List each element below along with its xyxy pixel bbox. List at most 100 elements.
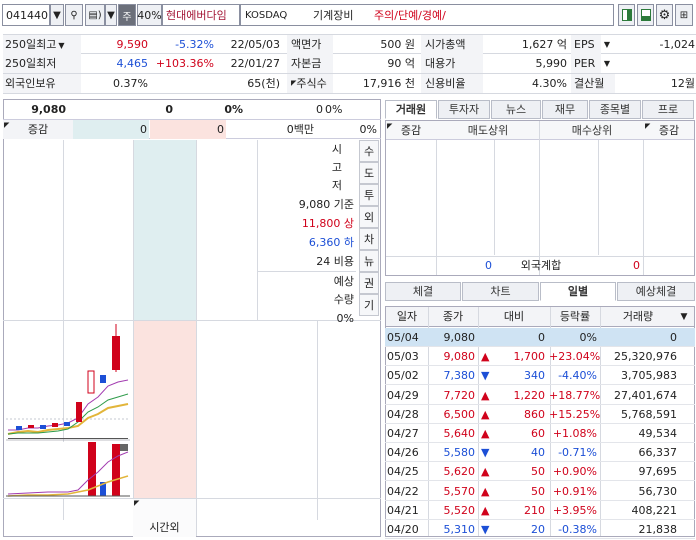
broker-header: ◤ 증감 매도상위 매수상위 ◤ 증감 bbox=[386, 121, 694, 140]
chevron-down-icon: ▼ bbox=[680, 312, 688, 322]
side-tab-cha[interactable]: 차 bbox=[359, 228, 379, 250]
ask-change-total: 0 bbox=[73, 120, 149, 139]
foreign-own-shares: 65(천) bbox=[247, 77, 280, 90]
side-tab-nyu[interactable]: 뉴 bbox=[359, 250, 379, 272]
code-dropdown-button[interactable]: ▼ bbox=[50, 4, 64, 26]
row-close: 9,080 bbox=[443, 350, 476, 364]
credit-ratio-label: 신용비율 bbox=[421, 74, 483, 93]
row-arrow-icon: ▲ bbox=[481, 503, 490, 517]
row-change: 0 bbox=[538, 331, 545, 344]
side-tab-gi[interactable]: 기 bbox=[359, 294, 379, 316]
tab-investor[interactable]: 투자자 bbox=[438, 100, 490, 119]
table-row[interactable]: 05/03 9,080 ▲ 1,700 +23.04% 25,320,976 bbox=[385, 347, 695, 367]
speaker-icon: ▤) bbox=[88, 9, 102, 21]
change-label-text: 증감 bbox=[27, 123, 49, 136]
tab-finance[interactable]: 재무 bbox=[542, 100, 588, 119]
row-close: 5,570 bbox=[443, 484, 476, 498]
side-tab-gwon[interactable]: 권 bbox=[359, 272, 379, 294]
row-change: 20 bbox=[531, 523, 545, 536]
search-button[interactable]: ⚲ bbox=[65, 4, 83, 26]
eps-dropdown[interactable]: ▼ bbox=[601, 35, 613, 54]
stock-code-input[interactable]: 041440 bbox=[2, 4, 50, 26]
trade-amount-pct: 0% bbox=[359, 123, 377, 136]
table-row[interactable]: 04/27 5,640 ▲ 60 +1.08% 49,534 bbox=[385, 424, 695, 443]
table-row[interactable]: 04/25 5,620 ▲ 50 +0.90% 97,695 bbox=[385, 462, 695, 482]
table-row[interactable]: 05/02 7,380 ▼ 340 -4.40% 3,705,983 bbox=[385, 366, 695, 386]
capital-label: 자본금 bbox=[287, 54, 333, 73]
row-change-rate: +0.91% bbox=[552, 484, 597, 498]
side-tab-do[interactable]: 도 bbox=[359, 162, 379, 184]
table-row[interactable]: 04/20 5,310 ▼ 20 -0.38% 21,838 bbox=[385, 520, 695, 539]
col-close[interactable]: 종가 bbox=[428, 307, 478, 327]
table-row[interactable]: 05/04 9,080 0 0% 0 bbox=[385, 328, 695, 347]
close-icon[interactable] bbox=[120, 444, 128, 451]
row-volume: 97,695 bbox=[638, 465, 678, 479]
row-volume: 25,320,976 bbox=[614, 350, 677, 364]
layout-button[interactable] bbox=[618, 4, 635, 26]
col-change-rate[interactable]: 등락률 bbox=[550, 307, 600, 327]
row-change: 860 bbox=[524, 407, 545, 421]
row-date: 04/27 bbox=[387, 427, 419, 440]
tab-daily[interactable]: 일별 bbox=[540, 282, 616, 301]
volume-dropdown[interactable]: ▼ bbox=[676, 307, 692, 327]
lower-limit: 6,360 하 bbox=[308, 236, 354, 249]
row-arrow-icon: ▲ bbox=[481, 350, 490, 364]
settings-button[interactable]: ⚙ bbox=[656, 4, 673, 26]
table-row[interactable]: 04/26 5,580 ▼ 40 -0.71% 66,337 bbox=[385, 443, 695, 463]
per-dropdown[interactable]: ▼ bbox=[601, 54, 613, 73]
table-row[interactable]: 04/29 7,720 ▲ 1,220 +18.77% 27,401,674 bbox=[385, 386, 695, 405]
window-icon: ⊞ bbox=[679, 9, 689, 21]
row-arrow-icon: ▼ bbox=[481, 446, 490, 460]
row-close: 6,500 bbox=[443, 407, 476, 421]
corner-marker-icon: ◤ bbox=[387, 122, 393, 130]
sound-dropdown-button[interactable]: ▼ bbox=[105, 4, 117, 26]
row-change-rate: -0.71% bbox=[558, 446, 597, 460]
col-volume[interactable]: 거래량 bbox=[600, 307, 676, 327]
layout-icon bbox=[621, 9, 632, 21]
tab-by-stock[interactable]: 종목별 bbox=[589, 100, 641, 119]
shares-value: 17,916 천 bbox=[362, 77, 415, 90]
foreign-total-label: 외국계합 bbox=[520, 259, 562, 272]
row-change: 50 bbox=[531, 484, 545, 498]
broker-change-head-2-text: 증감 bbox=[658, 124, 680, 137]
shares-label-text: 주식수 bbox=[296, 77, 327, 90]
tab-broker[interactable]: 거래원 bbox=[385, 100, 437, 119]
row-arrow-icon: ▲ bbox=[481, 465, 490, 479]
row-date: 04/20 bbox=[387, 523, 419, 536]
orderbook-change-row: ◤ 증감 0 0 0백만 0% bbox=[3, 120, 381, 139]
side-tab-oe[interactable]: 외 bbox=[359, 206, 379, 228]
row-change: 340 bbox=[524, 369, 545, 383]
cost-value: 24 비용 bbox=[316, 255, 354, 268]
foreign-sell-total: 0 bbox=[485, 259, 492, 272]
row-change-rate: -0.38% bbox=[558, 523, 597, 536]
chart-toggle-button[interactable] bbox=[637, 4, 654, 26]
tab-ticks[interactable]: 체결 bbox=[385, 282, 461, 301]
side-tab-tu[interactable]: 투 bbox=[359, 184, 379, 206]
table-row[interactable]: 04/28 6,500 ▲ 860 +15.25% 5,768,591 bbox=[385, 405, 695, 424]
mini-price-chart bbox=[4, 324, 132, 498]
market-label: KOSDAQ bbox=[245, 9, 288, 21]
table-row[interactable]: 04/21 5,520 ▲ 210 +3.95% 408,221 bbox=[385, 501, 695, 520]
col-date[interactable]: 일자 bbox=[386, 307, 428, 327]
tab-chart[interactable]: 차트 bbox=[462, 282, 539, 301]
sound-button[interactable]: ▤) bbox=[85, 4, 105, 26]
orderbook-summary: 9,080 0 0% 0 0% bbox=[3, 100, 381, 120]
margin-percent-text: 40% bbox=[137, 8, 162, 22]
col-change[interactable]: 대비 bbox=[478, 307, 550, 327]
shares-label: ◤주식수 bbox=[287, 74, 333, 93]
stock-info-bar: KOSDAQ 기계장비 주의/단예/경예/ bbox=[240, 4, 614, 26]
side-tab-su[interactable]: 수 bbox=[359, 140, 379, 162]
row-close: 9,080 bbox=[443, 331, 476, 344]
tab-news[interactable]: 뉴스 bbox=[491, 100, 541, 119]
row-change: 50 bbox=[531, 465, 545, 479]
tab-expected-ticks[interactable]: 예상체결 bbox=[617, 282, 695, 301]
upper-limit: 11,800 상 bbox=[301, 217, 354, 230]
table-row[interactable]: 04/22 5,570 ▲ 50 +0.91% 56,730 bbox=[385, 482, 695, 501]
row-volume: 66,337 bbox=[638, 446, 678, 460]
open-window-button[interactable]: ⊞ bbox=[675, 4, 693, 26]
ju-button[interactable]: 주 bbox=[118, 4, 136, 26]
row-close: 5,620 bbox=[443, 465, 476, 479]
stock-code: 041440 bbox=[6, 8, 48, 22]
row-change-rate: +15.25% bbox=[549, 407, 601, 421]
row-date: 04/26 bbox=[387, 446, 419, 460]
